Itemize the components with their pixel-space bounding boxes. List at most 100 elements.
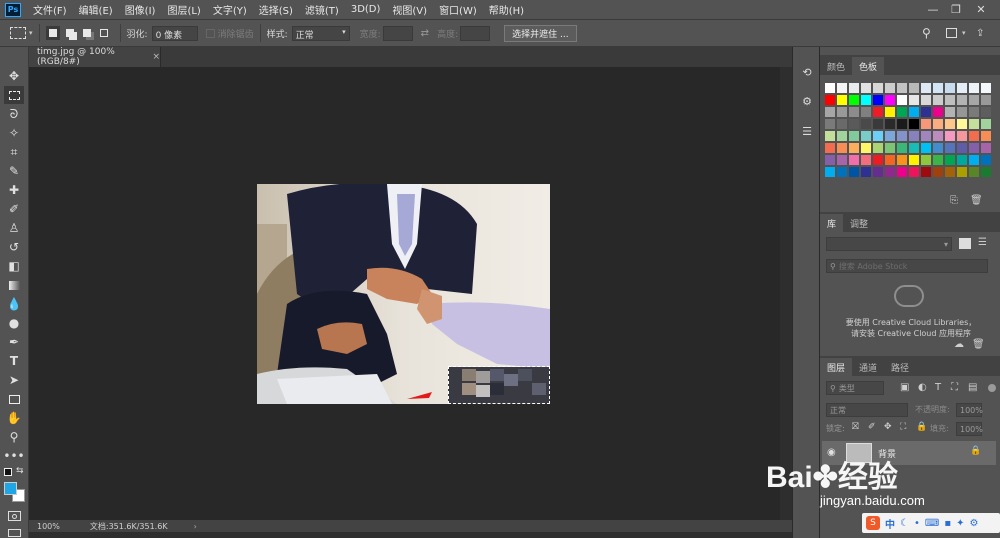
menu-filter[interactable]: 滤镜(T) bbox=[299, 2, 345, 17]
workspace-icon[interactable] bbox=[946, 28, 957, 38]
lock-pixels-icon[interactable]: ✐ bbox=[868, 422, 876, 432]
close-window-button[interactable]: ✕ bbox=[970, 0, 992, 19]
color-swatch[interactable] bbox=[981, 83, 991, 93]
color-swatch[interactable] bbox=[921, 95, 931, 105]
color-swatch[interactable] bbox=[981, 131, 991, 141]
color-swatch[interactable] bbox=[909, 95, 919, 105]
lock-position-icon[interactable]: ✥ bbox=[884, 422, 892, 432]
color-swatch[interactable] bbox=[909, 131, 919, 141]
eraser-tool-icon[interactable]: ◧ bbox=[4, 257, 24, 275]
color-swatch[interactable] bbox=[837, 107, 847, 117]
color-swatch[interactable] bbox=[861, 83, 871, 93]
height-input[interactable] bbox=[460, 25, 491, 41]
color-swatch[interactable] bbox=[837, 95, 847, 105]
menu-help[interactable]: 帮助(H) bbox=[483, 2, 530, 17]
color-swatch[interactable] bbox=[837, 131, 847, 141]
tab-adjustments[interactable]: 调整 bbox=[843, 214, 875, 232]
color-swatch[interactable] bbox=[861, 131, 871, 141]
tab-layers[interactable]: 图层 bbox=[820, 358, 853, 376]
sogou-ime-icon[interactable]: S bbox=[866, 516, 880, 530]
color-swatch[interactable] bbox=[897, 167, 907, 177]
color-swatch[interactable] bbox=[933, 119, 943, 129]
trash-icon[interactable]: 🗑 bbox=[972, 339, 985, 350]
color-swatch[interactable] bbox=[897, 155, 907, 165]
color-swatch[interactable] bbox=[885, 155, 895, 165]
new-folder-icon[interactable]: ⎘ bbox=[950, 195, 958, 206]
color-swatch[interactable] bbox=[981, 119, 991, 129]
menu-layer[interactable]: 图层(L) bbox=[161, 2, 206, 17]
color-swatch[interactable] bbox=[837, 167, 847, 177]
document-info[interactable]: 文档:351.6K/351.6K bbox=[90, 521, 168, 532]
cloud-sync-icon[interactable]: ☁ bbox=[954, 339, 964, 350]
swap-colors-icon[interactable]: ⇆ bbox=[16, 466, 24, 476]
color-swatch[interactable] bbox=[909, 167, 919, 177]
move-tool-icon[interactable]: ✥ bbox=[4, 67, 24, 85]
color-swatch[interactable] bbox=[933, 95, 943, 105]
zoom-level[interactable]: 100% bbox=[37, 522, 60, 531]
rectangle-tool-icon[interactable] bbox=[4, 390, 24, 408]
feather-input[interactable]: 0 像素 bbox=[151, 25, 198, 41]
antialias-checkbox[interactable] bbox=[205, 28, 215, 38]
history-panel-icon[interactable]: ⟲ bbox=[799, 64, 815, 80]
color-swatch[interactable] bbox=[981, 95, 991, 105]
color-swatch[interactable] bbox=[933, 167, 943, 177]
status-menu-arrow-icon[interactable]: › bbox=[194, 522, 197, 531]
settings-icon[interactable]: ⚙ bbox=[969, 518, 978, 529]
color-swatch[interactable] bbox=[921, 155, 931, 165]
quick-mask-icon[interactable] bbox=[8, 511, 21, 521]
layer-filter-select[interactable]: ⚲ 类型 bbox=[826, 381, 884, 395]
color-swatch[interactable] bbox=[969, 107, 979, 117]
color-swatch[interactable] bbox=[957, 155, 967, 165]
fill-input[interactable]: 100% bbox=[956, 422, 983, 436]
color-swatch[interactable] bbox=[885, 131, 895, 141]
color-swatch[interactable] bbox=[849, 107, 859, 117]
menu-file[interactable]: 文件(F) bbox=[27, 2, 73, 17]
color-swatch[interactable] bbox=[825, 167, 835, 177]
menu-select[interactable]: 选择(S) bbox=[253, 2, 299, 17]
tab-color[interactable]: 颜色 bbox=[820, 57, 852, 75]
color-swatch[interactable] bbox=[873, 95, 883, 105]
lock-artboard-icon[interactable]: ⛶ bbox=[900, 422, 906, 432]
color-swatch[interactable] bbox=[969, 155, 979, 165]
color-swatch[interactable] bbox=[945, 131, 955, 141]
crop-tool-icon[interactable]: ⌗ bbox=[4, 143, 24, 161]
color-swatch[interactable] bbox=[885, 167, 895, 177]
list-view-icon[interactable]: ☰ bbox=[978, 237, 987, 248]
pixel-filter-icon[interactable]: ▣ bbox=[900, 382, 909, 393]
properties-panel-icon[interactable]: ⚙ bbox=[799, 93, 815, 109]
color-swatch[interactable] bbox=[981, 143, 991, 153]
color-swatch[interactable] bbox=[945, 155, 955, 165]
toolbox-icon[interactable]: ✦ bbox=[956, 518, 964, 529]
color-swatch[interactable] bbox=[861, 167, 871, 177]
style-select[interactable]: 正常 ▾ bbox=[291, 25, 350, 41]
color-swatch[interactable] bbox=[969, 83, 979, 93]
color-swatch[interactable] bbox=[861, 107, 871, 117]
color-swatch[interactable] bbox=[957, 83, 967, 93]
color-swatch[interactable] bbox=[849, 131, 859, 141]
menu-edit[interactable]: 编辑(E) bbox=[73, 2, 119, 17]
add-to-selection-icon[interactable] bbox=[63, 26, 77, 40]
color-swatch[interactable] bbox=[969, 119, 979, 129]
color-swatch[interactable] bbox=[825, 119, 835, 129]
color-swatch[interactable] bbox=[969, 131, 979, 141]
color-swatch[interactable] bbox=[921, 119, 931, 129]
color-swatch[interactable] bbox=[957, 107, 967, 117]
color-swatch[interactable] bbox=[909, 107, 919, 117]
color-swatch[interactable] bbox=[921, 107, 931, 117]
menu-type[interactable]: 文字(Y) bbox=[207, 2, 253, 17]
chevron-down-icon[interactable]: ▾ bbox=[962, 29, 966, 37]
color-swatch[interactable] bbox=[981, 107, 991, 117]
color-swatch[interactable] bbox=[897, 119, 907, 129]
path-selection-tool-icon[interactable]: ➤ bbox=[4, 371, 24, 389]
tab-paths[interactable]: 路径 bbox=[884, 358, 916, 376]
punctuation-icon[interactable]: • bbox=[914, 518, 920, 529]
tab-swatches[interactable]: 色板 bbox=[852, 57, 885, 75]
color-swatch[interactable] bbox=[885, 95, 895, 105]
adjustment-filter-icon[interactable]: ◐ bbox=[918, 382, 927, 393]
color-swatch[interactable] bbox=[945, 95, 955, 105]
color-swatch[interactable] bbox=[957, 143, 967, 153]
foreground-color-swatch[interactable] bbox=[4, 482, 17, 495]
skin-icon[interactable]: ▪ bbox=[944, 518, 951, 529]
pen-tool-icon[interactable]: ✒ bbox=[4, 333, 24, 351]
tab-libraries[interactable]: 库 bbox=[820, 214, 844, 232]
